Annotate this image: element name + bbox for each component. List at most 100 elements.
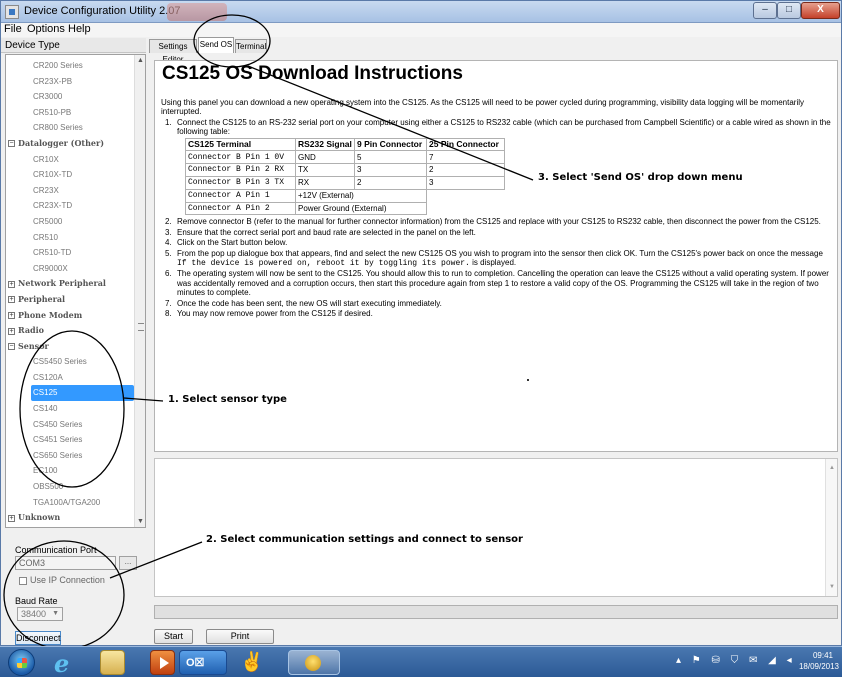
use-ip-label: Use IP Connection	[30, 575, 105, 585]
tree-item[interactable]: CR200 Series	[6, 58, 134, 74]
tree-item[interactable]: CR23X	[6, 183, 134, 199]
tab-terminal[interactable]: Terminal	[235, 39, 267, 53]
tree-item[interactable]: CS451 Series	[6, 432, 134, 448]
tree-item[interactable]: CR23X-TD	[6, 198, 134, 214]
tree-item[interactable]: CR510-TD	[6, 245, 134, 261]
annotation-select-sensor: 1. Select sensor type	[168, 394, 287, 405]
menu-options[interactable]: Options	[27, 23, 65, 35]
tree-item[interactable]: OBS500	[6, 479, 134, 495]
system-tray-icons[interactable]: ▴ ⚑ ⛁ ⛉ ✉ ◢ ◂	[676, 655, 796, 666]
tree-category[interactable]: − Sensor	[6, 339, 134, 355]
expand-icon[interactable]: +	[8, 514, 15, 522]
tree-category[interactable]: + Unknown	[6, 510, 134, 526]
table-cell: 7	[426, 150, 505, 165]
tool-glyph: ✌	[240, 652, 264, 673]
minimize-button[interactable]: –	[753, 2, 777, 19]
menu-file[interactable]: File	[4, 23, 22, 35]
tree-item[interactable]: CR23X-PB	[6, 74, 134, 90]
step-2-text: Remove connector B (refer to the manual …	[177, 217, 821, 227]
disconnect-button[interactable]: Disconnect	[15, 631, 61, 645]
internet-explorer-icon[interactable]: e	[50, 649, 75, 677]
tree-item[interactable]: CS120A	[6, 370, 134, 386]
step-number: 5.	[165, 248, 172, 258]
tab-send-os[interactable]: Send OS	[198, 37, 234, 53]
media-player-icon[interactable]	[150, 650, 175, 675]
tree-item[interactable]: CR800 Series	[6, 120, 134, 136]
ie-glyph: e	[54, 649, 70, 677]
step-1: 1. Connect the CS125 to an RS-232 serial…	[161, 118, 831, 216]
output-log-scrollbar[interactable]: ▲ ▼	[825, 459, 837, 596]
tree-item[interactable]: CR510	[6, 230, 134, 246]
tree-item[interactable]: CR10X	[6, 152, 134, 168]
tree-item[interactable]: CS140	[6, 401, 134, 417]
app-icon	[5, 5, 19, 19]
collapse-icon[interactable]: −	[8, 140, 15, 148]
table-cell: 2	[426, 163, 505, 178]
tree-category[interactable]: − Datalogger (Other)	[6, 136, 134, 152]
expand-icon[interactable]: +	[8, 296, 15, 304]
scroll-down-icon[interactable]: ▼	[829, 584, 835, 590]
table-cell: Connector B Pin 3 TX	[185, 176, 296, 190]
tree-item[interactable]: CR9000X	[6, 261, 134, 277]
maximize-button[interactable]: □	[777, 2, 801, 19]
tree-item[interactable]: CR3000	[6, 89, 134, 105]
step-4-text: Click on the Start button below.	[177, 238, 288, 248]
table-cell: +12V (External)	[295, 188, 427, 203]
device-tree-scrollbar[interactable]: ▲ ▼	[134, 55, 145, 527]
step-number: 7.	[165, 298, 172, 308]
clock-time[interactable]: 09:41	[806, 651, 840, 660]
tree-item-selected[interactable]: CS125	[31, 385, 134, 402]
tree-category-label: Unknown	[18, 512, 61, 523]
step-6-text: The operating system will now be sent to…	[177, 269, 829, 298]
step-number: 6.	[165, 269, 172, 279]
tree-item[interactable]: CR510-PB	[6, 105, 134, 121]
collapse-icon[interactable]: −	[8, 343, 15, 351]
active-app-taskbar-button[interactable]	[288, 650, 340, 675]
tree-item[interactable]: CS450 Series	[6, 417, 134, 433]
scroll-up-icon[interactable]: ▲	[137, 57, 144, 64]
expand-icon[interactable]: +	[8, 327, 15, 335]
communication-port-browse-button[interactable]: ...	[119, 556, 137, 570]
tree-category[interactable]: + Radio	[6, 323, 134, 339]
tree-category[interactable]: +Wireless Sensor	[6, 526, 134, 527]
use-ip-checkbox[interactable]	[19, 577, 27, 585]
expand-icon[interactable]: +	[8, 312, 15, 319]
tree-item[interactable]: CS650 Series	[6, 448, 134, 464]
step-2: 2. Remove connector B (refer to the manua…	[161, 217, 831, 226]
tree-category[interactable]: + Peripheral	[6, 292, 134, 308]
step-7-text: Once the code has been sent, the new OS …	[177, 298, 442, 308]
file-explorer-icon[interactable]	[100, 650, 125, 675]
baud-rate-select[interactable]: 38400 ▼	[17, 607, 63, 621]
scroll-grip-icon[interactable]	[138, 323, 144, 331]
tree-item[interactable]: CR5000	[6, 214, 134, 230]
tree-item[interactable]: TGA100A/TGA200	[6, 495, 134, 511]
device-config-tool-icon[interactable]: ✌	[236, 650, 264, 675]
tab-settings-editor[interactable]: Settings Editor	[149, 39, 197, 64]
tree-item[interactable]: EC100	[6, 463, 134, 479]
start-menu-button[interactable]	[8, 649, 35, 676]
close-button[interactable]: X	[801, 2, 840, 19]
baud-rate-value: 38400	[21, 609, 47, 619]
chevron-down-icon: ▼	[52, 610, 59, 617]
scroll-down-icon[interactable]: ▼	[137, 518, 144, 525]
clock-date[interactable]: 18/09/2013	[796, 662, 842, 671]
table-header-row: CS125 Terminal RS232 Signal 9 Pin Connec…	[185, 137, 505, 152]
tree-category-label: Network Peripheral	[18, 278, 106, 289]
tree-category[interactable]: + Network Peripheral	[6, 276, 134, 292]
table-row: Connector A Pin 2 Power Ground (External…	[185, 201, 505, 216]
print-instructions-button[interactable]: Print Instructions	[206, 629, 274, 645]
table-cell: Connector B Pin 1 0V	[185, 150, 296, 165]
device-tree[interactable]: CR200 Series CR23X-PB CR3000 CR510-PB CR800 …	[5, 54, 146, 528]
communication-port-field[interactable]: COM3	[15, 556, 116, 570]
menu-help[interactable]: Help	[68, 23, 91, 35]
output-log[interactable]: ▲ ▼	[154, 458, 838, 597]
step-1-text: Connect the CS125 to an RS-232 serial po…	[177, 117, 831, 137]
tree-item[interactable]: CR10X-TD	[6, 167, 134, 183]
active-app-icon	[305, 655, 321, 671]
scroll-up-icon[interactable]: ▲	[829, 465, 835, 471]
expand-icon[interactable]: +	[8, 280, 15, 288]
outlook-icon[interactable]: O☒	[179, 650, 227, 675]
tree-category[interactable]: + Phone Modem	[6, 308, 134, 324]
start-button[interactable]: Start	[154, 629, 193, 644]
tree-item[interactable]: CS5450 Series	[6, 354, 134, 370]
